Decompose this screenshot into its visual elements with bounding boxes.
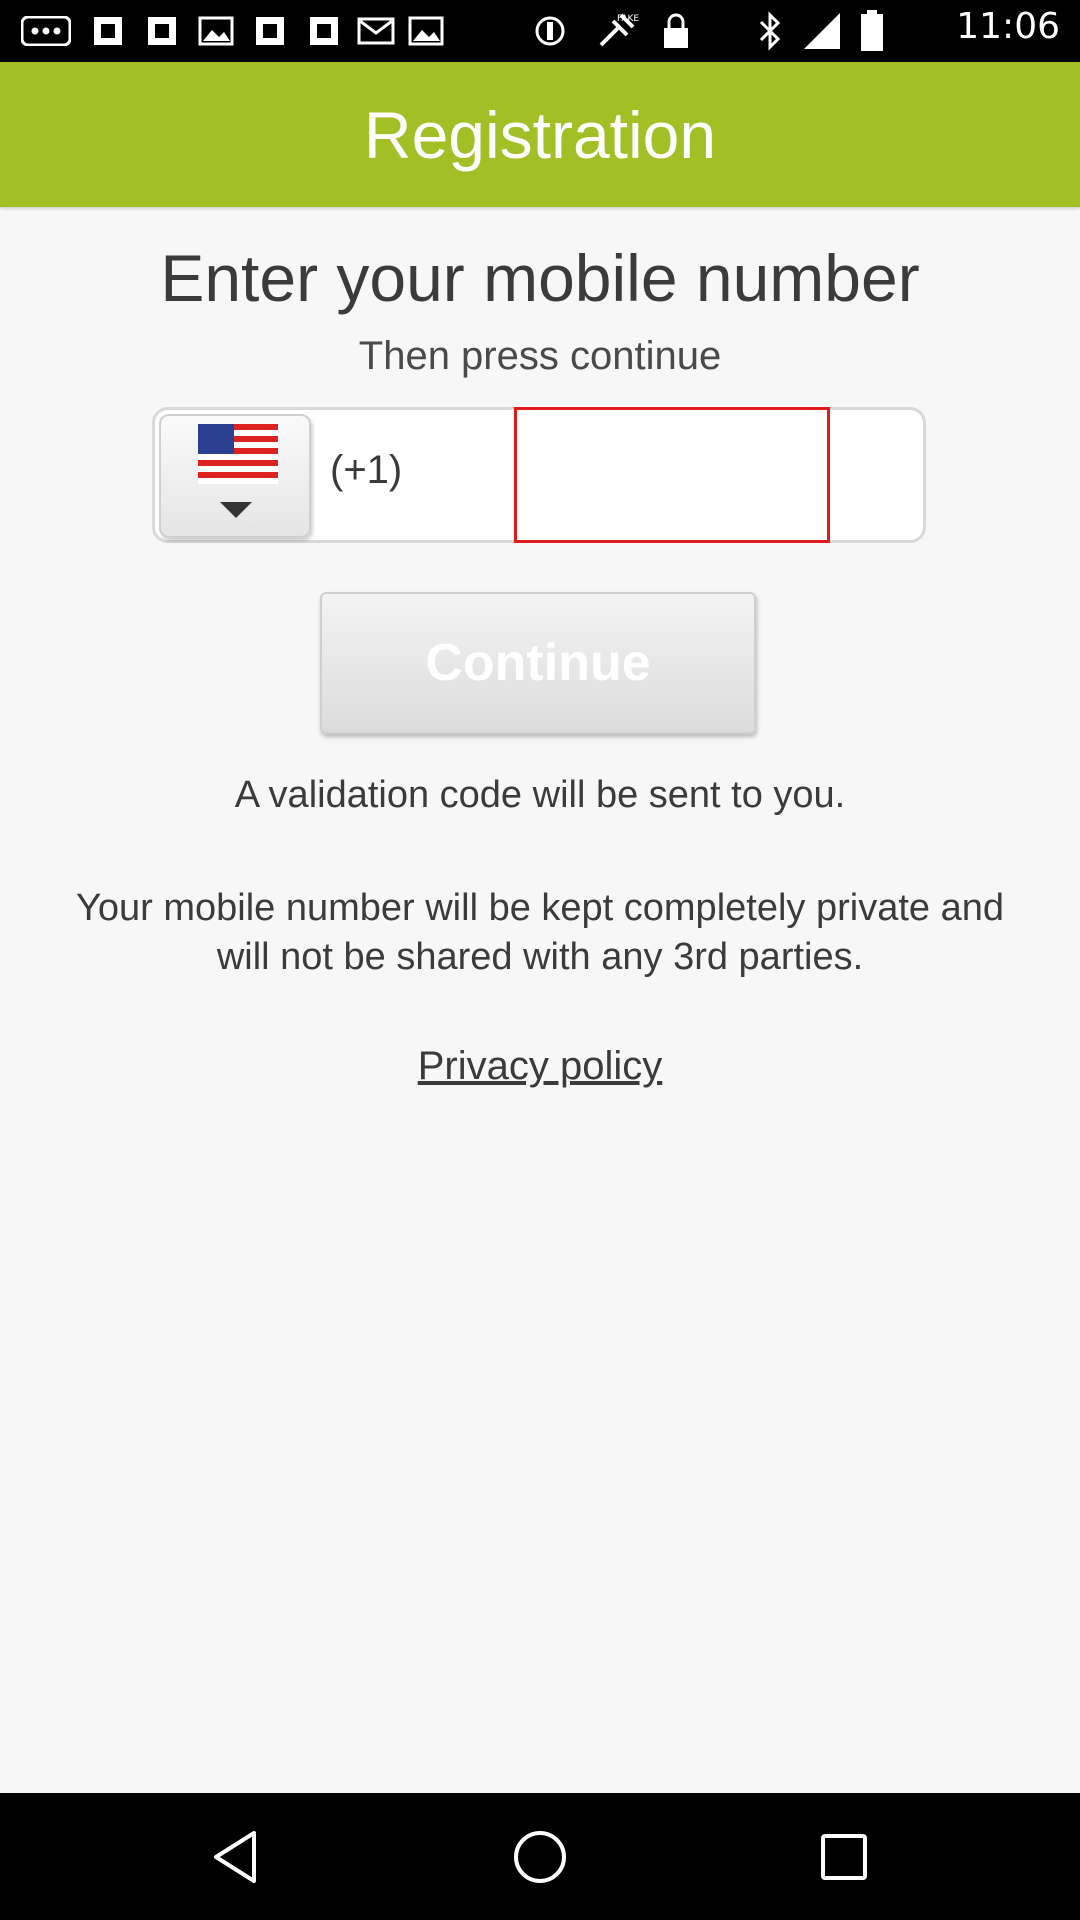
image-icon <box>196 9 236 53</box>
notification-icon <box>88 9 128 53</box>
notification-icon <box>142 9 182 53</box>
dial-code: (+1) <box>330 448 403 492</box>
continue-button[interactable]: Continue <box>320 592 756 734</box>
heading: Enter your mobile number <box>160 241 920 315</box>
phone-number-row: (+1) <box>152 407 926 543</box>
navigation-bar <box>0 1793 1080 1920</box>
phone-number-input[interactable] <box>514 407 830 543</box>
country-selector-button[interactable] <box>159 414 311 538</box>
bluetooth-icon <box>750 9 790 53</box>
us-flag-icon <box>198 424 278 484</box>
recents-icon[interactable] <box>804 1817 884 1897</box>
privacy-policy-link[interactable]: Privacy policy <box>418 1044 663 1088</box>
lock-icon <box>656 9 696 53</box>
notification-icon <box>304 9 344 53</box>
back-icon[interactable] <box>196 1817 276 1897</box>
svg-text:FAKE: FAKE <box>617 14 639 24</box>
page-title: Registration <box>363 97 717 172</box>
more-icon <box>18 9 74 53</box>
chevron-down-icon <box>220 502 252 518</box>
status-time: 11:06 <box>956 6 1060 47</box>
notification-icon <box>250 9 290 53</box>
sync-icon <box>530 9 570 53</box>
privacy-policy-row: Privacy policy <box>0 1044 1080 1089</box>
subheading: Then press continue <box>358 334 722 378</box>
validation-info: A validation code will be sent to you. <box>234 774 846 816</box>
app-bar: Registration <box>0 62 1080 207</box>
signal-icon <box>800 9 844 53</box>
image-icon <box>406 9 446 53</box>
home-icon[interactable] <box>500 1817 580 1897</box>
privacy-note: Your mobile number will be kept complete… <box>76 887 1004 978</box>
fake-gps-icon: FAKE <box>592 9 642 53</box>
mail-icon <box>356 9 396 53</box>
battery-icon <box>852 9 892 53</box>
status-bar: FAKE 11:06 <box>0 0 1080 62</box>
